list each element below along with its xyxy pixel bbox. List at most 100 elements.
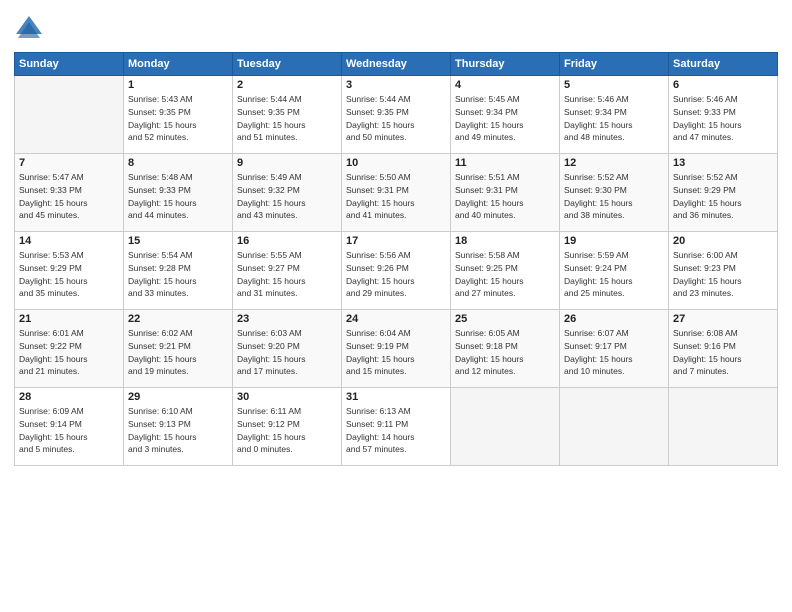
day-number: 2 — [237, 79, 337, 91]
day-info: Sunrise: 5:49 AM Sunset: 9:32 PM Dayligh… — [237, 171, 337, 222]
calendar-cell: 13 Sunrise: 5:52 AM Sunset: 9:29 PM Dayli… — [669, 154, 778, 232]
calendar-cell: 6 Sunrise: 5:46 AM Sunset: 9:33 PM Daylig… — [669, 76, 778, 154]
day-info: Sunrise: 5:52 AM Sunset: 9:29 PM Dayligh… — [673, 171, 773, 222]
day-number: 9 — [237, 157, 337, 169]
calendar-cell: 21 Sunrise: 6:01 AM Sunset: 9:22 PM Dayli… — [15, 310, 124, 388]
calendar-cell: 18Sunrise: 5:58 AM Sunset: 9:25 PM Dayli… — [451, 232, 560, 310]
calendar-cell: 17Sunrise: 5:56 AM Sunset: 9:26 PM Dayli… — [342, 232, 451, 310]
calendar-cell: 9 Sunrise: 5:49 AM Sunset: 9:32 PM Daylig… — [233, 154, 342, 232]
header — [14, 10, 778, 44]
day-info: Sunrise: 5:48 AM Sunset: 9:33 PM Dayligh… — [128, 171, 228, 222]
calendar-table: SundayMondayTuesdayWednesdayThursdayFrid… — [14, 52, 778, 466]
calendar-cell: 31Sunrise: 6:13 AM Sunset: 9:11 PM Dayli… — [342, 388, 451, 466]
day-info: Sunrise: 5:44 AM Sunset: 9:35 PM Dayligh… — [237, 93, 337, 144]
day-number: 13 — [673, 157, 773, 169]
day-number: 20 — [673, 235, 773, 247]
calendar-cell: 15 Sunrise: 5:54 AM Sunset: 9:28 PM Dayli… — [124, 232, 233, 310]
day-info: Sunrise: 5:46 AM Sunset: 9:34 PM Dayligh… — [564, 93, 664, 144]
day-number: 16 — [237, 235, 337, 247]
day-number: 29 — [128, 391, 228, 403]
day-number: 30 — [237, 391, 337, 403]
day-info: Sunrise: 5:59 AM Sunset: 9:24 PM Dayligh… — [564, 249, 664, 300]
day-number: 26 — [564, 313, 664, 325]
calendar-cell: 2 Sunrise: 5:44 AM Sunset: 9:35 PM Daylig… — [233, 76, 342, 154]
day-number: 23 — [237, 313, 337, 325]
day-info: Sunrise: 5:47 AM Sunset: 9:33 PM Dayligh… — [19, 171, 119, 222]
calendar-cell: 26 Sunrise: 6:07 AM Sunset: 9:17 PM Dayli… — [560, 310, 669, 388]
day-info: Sunrise: 5:58 AM Sunset: 9:25 PM Dayligh… — [455, 249, 555, 300]
calendar-week-1: 1 Sunrise: 5:43 AM Sunset: 9:35 PM Daylig… — [15, 76, 778, 154]
calendar-cell: 24 Sunrise: 6:04 AM Sunset: 9:19 PM Dayli… — [342, 310, 451, 388]
calendar-cell: 20 Sunrise: 6:00 AM Sunset: 9:23 PM Dayli… — [669, 232, 778, 310]
calendar-cell: 23 Sunrise: 6:03 AM Sunset: 9:20 PM Dayli… — [233, 310, 342, 388]
calendar-cell: 14 Sunrise: 5:53 AM Sunset: 9:29 PM Dayli… — [15, 232, 124, 310]
logo-icon — [14, 14, 44, 44]
calendar-cell: 25 Sunrise: 6:05 AM Sunset: 9:18 PM Dayli… — [451, 310, 560, 388]
calendar-header-row: SundayMondayTuesdayWednesdayThursdayFrid… — [15, 53, 778, 76]
calendar-cell: 8 Sunrise: 5:48 AM Sunset: 9:33 PM Daylig… — [124, 154, 233, 232]
day-number: 31 — [346, 391, 446, 403]
day-number: 19 — [564, 235, 664, 247]
calendar-cell: 11 Sunrise: 5:51 AM Sunset: 9:31 PM Dayli… — [451, 154, 560, 232]
day-info: Sunrise: 6:09 AM Sunset: 9:14 PM Dayligh… — [19, 405, 119, 456]
calendar-cell: 4 Sunrise: 5:45 AM Sunset: 9:34 PM Daylig… — [451, 76, 560, 154]
day-info: Sunrise: 6:00 AM Sunset: 9:23 PM Dayligh… — [673, 249, 773, 300]
calendar-week-3: 14 Sunrise: 5:53 AM Sunset: 9:29 PM Dayli… — [15, 232, 778, 310]
day-number: 15 — [128, 235, 228, 247]
day-info: Sunrise: 6:02 AM Sunset: 9:21 PM Dayligh… — [128, 327, 228, 378]
day-number: 28 — [19, 391, 119, 403]
day-number: 11 — [455, 157, 555, 169]
day-header-tuesday: Tuesday — [233, 53, 342, 76]
calendar-cell: 30 Sunrise: 6:11 AM Sunset: 9:12 PM Dayli… — [233, 388, 342, 466]
calendar-cell: 19 Sunrise: 5:59 AM Sunset: 9:24 PM Dayli… — [560, 232, 669, 310]
day-header-saturday: Saturday — [669, 53, 778, 76]
day-number: 1 — [128, 79, 228, 91]
calendar-cell: 12 Sunrise: 5:52 AM Sunset: 9:30 PM Dayli… — [560, 154, 669, 232]
day-number: 10 — [346, 157, 446, 169]
calendar-cell — [560, 388, 669, 466]
day-info: Sunrise: 5:43 AM Sunset: 9:35 PM Dayligh… — [128, 93, 228, 144]
page-container: SundayMondayTuesdayWednesdayThursdayFrid… — [0, 0, 792, 612]
day-info: Sunrise: 6:03 AM Sunset: 9:20 PM Dayligh… — [237, 327, 337, 378]
day-info: Sunrise: 5:50 AM Sunset: 9:31 PM Dayligh… — [346, 171, 446, 222]
day-number: 25 — [455, 313, 555, 325]
day-info: Sunrise: 5:52 AM Sunset: 9:30 PM Dayligh… — [564, 171, 664, 222]
day-number: 14 — [19, 235, 119, 247]
day-number: 7 — [19, 157, 119, 169]
day-info: Sunrise: 5:53 AM Sunset: 9:29 PM Dayligh… — [19, 249, 119, 300]
day-number: 3 — [346, 79, 446, 91]
day-info: Sunrise: 6:05 AM Sunset: 9:18 PM Dayligh… — [455, 327, 555, 378]
day-info: Sunrise: 5:51 AM Sunset: 9:31 PM Dayligh… — [455, 171, 555, 222]
day-number: 8 — [128, 157, 228, 169]
day-header-monday: Monday — [124, 53, 233, 76]
day-number: 17 — [346, 235, 446, 247]
day-number: 24 — [346, 313, 446, 325]
day-number: 27 — [673, 313, 773, 325]
day-info: Sunrise: 5:54 AM Sunset: 9:28 PM Dayligh… — [128, 249, 228, 300]
calendar-cell: 3Sunrise: 5:44 AM Sunset: 9:35 PM Daylig… — [342, 76, 451, 154]
day-number: 21 — [19, 313, 119, 325]
day-info: Sunrise: 6:11 AM Sunset: 9:12 PM Dayligh… — [237, 405, 337, 456]
day-info: Sunrise: 5:55 AM Sunset: 9:27 PM Dayligh… — [237, 249, 337, 300]
day-info: Sunrise: 5:45 AM Sunset: 9:34 PM Dayligh… — [455, 93, 555, 144]
day-number: 12 — [564, 157, 664, 169]
day-info: Sunrise: 6:10 AM Sunset: 9:13 PM Dayligh… — [128, 405, 228, 456]
day-info: Sunrise: 6:08 AM Sunset: 9:16 PM Dayligh… — [673, 327, 773, 378]
calendar-cell: 1 Sunrise: 5:43 AM Sunset: 9:35 PM Daylig… — [124, 76, 233, 154]
day-info: Sunrise: 6:07 AM Sunset: 9:17 PM Dayligh… — [564, 327, 664, 378]
day-number: 22 — [128, 313, 228, 325]
day-info: Sunrise: 6:04 AM Sunset: 9:19 PM Dayligh… — [346, 327, 446, 378]
calendar-cell: 10 Sunrise: 5:50 AM Sunset: 9:31 PM Dayli… — [342, 154, 451, 232]
calendar-week-2: 7 Sunrise: 5:47 AM Sunset: 9:33 PM Daylig… — [15, 154, 778, 232]
calendar-cell: 29 Sunrise: 6:10 AM Sunset: 9:13 PM Dayli… — [124, 388, 233, 466]
calendar-week-4: 21 Sunrise: 6:01 AM Sunset: 9:22 PM Dayli… — [15, 310, 778, 388]
day-number: 4 — [455, 79, 555, 91]
day-number: 6 — [673, 79, 773, 91]
calendar-cell: 16 Sunrise: 5:55 AM Sunset: 9:27 PM Dayli… — [233, 232, 342, 310]
calendar-cell — [451, 388, 560, 466]
day-info: Sunrise: 5:46 AM Sunset: 9:33 PM Dayligh… — [673, 93, 773, 144]
day-header-friday: Friday — [560, 53, 669, 76]
day-info: Sunrise: 6:01 AM Sunset: 9:22 PM Dayligh… — [19, 327, 119, 378]
calendar-cell: 7 Sunrise: 5:47 AM Sunset: 9:33 PM Daylig… — [15, 154, 124, 232]
day-number: 5 — [564, 79, 664, 91]
